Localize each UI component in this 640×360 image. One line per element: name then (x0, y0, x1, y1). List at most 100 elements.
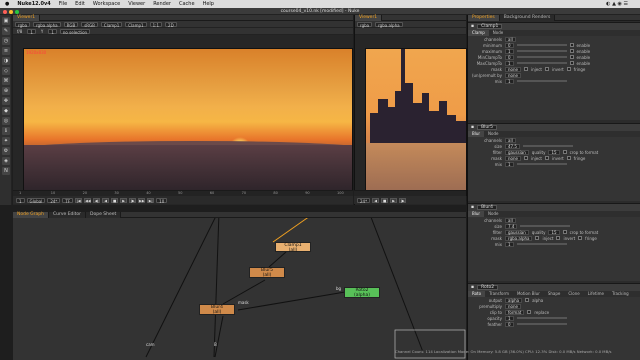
menu-edit[interactable]: Edit (75, 1, 85, 7)
range-select[interactable]: Global (26, 198, 46, 204)
selection-select[interactable]: no selection (59, 28, 91, 35)
roto2-name-field[interactable]: Roto2 (477, 285, 499, 290)
minimum-field[interactable]: 0 (505, 42, 514, 48)
invert-checkbox[interactable] (544, 67, 549, 71)
unpremult-select[interactable]: none (505, 72, 521, 78)
viewer2-layer-select[interactable]: rgba.alpha (375, 21, 403, 28)
viewer2-prev-icon[interactable]: ◀ (372, 198, 380, 203)
channels-select[interactable]: all (505, 217, 516, 223)
crop-checkbox[interactable] (562, 150, 567, 154)
feather-slider[interactable] (516, 323, 567, 325)
input-a-select[interactable]: Clamp1 (100, 21, 123, 28)
frame-mode-select[interactable]: 2D (165, 21, 177, 28)
opacity-field[interactable]: 1 (505, 315, 514, 321)
replace-checkbox[interactable] (527, 310, 532, 314)
menu-cache[interactable]: Cache (179, 1, 195, 7)
maximum-slider[interactable] (516, 50, 567, 52)
viewer2-fps-field[interactable]: 24* (357, 198, 371, 204)
mix-field[interactable]: 1 (505, 241, 514, 247)
tab-curve-editor[interactable]: Curve Editor (48, 211, 87, 218)
tab-node-graph[interactable]: Node Graph (13, 211, 49, 218)
inject-checkbox[interactable] (535, 236, 540, 240)
inject-checkbox[interactable] (523, 67, 528, 71)
last-frame-icon[interactable]: ▶| (147, 198, 155, 203)
alpha-checkbox[interactable] (525, 298, 530, 302)
viewer-1-timeline[interactable]: 1 10 20 30 40 50 60 70 80 90 100 1 Global 24* TF |… (13, 190, 353, 204)
views-tool-icon[interactable]: ◎ (2, 117, 10, 125)
quality-field[interactable]: 15 (548, 229, 560, 235)
blur4-name-field[interactable]: Blur4 (477, 205, 497, 210)
clamp1-name-field[interactable]: Clamp1 (477, 24, 503, 29)
keyer-tool-icon[interactable]: ⌘ (2, 77, 10, 85)
image-tool-icon[interactable]: ▣ (2, 17, 10, 25)
tab-blur[interactable]: Blur (468, 131, 485, 137)
crop-checkbox[interactable] (562, 230, 567, 234)
next-frame-icon[interactable]: |▶ (129, 198, 137, 203)
minclampto-enable-checkbox[interactable] (569, 55, 574, 59)
node-clamp1[interactable]: Clamp1 (all) (275, 242, 311, 253)
play-backward-icon[interactable]: ◀ (102, 198, 110, 203)
invert-checkbox[interactable] (544, 156, 549, 160)
tab-clamp[interactable]: Clamp (468, 30, 489, 36)
draw-tool-icon[interactable]: ✎ (2, 27, 10, 35)
stop-icon[interactable]: ■ (111, 198, 119, 203)
size-field[interactable]: 47.5 (505, 143, 520, 149)
opacity-slider[interactable] (516, 317, 567, 319)
filter-select[interactable]: gaussian (505, 149, 529, 155)
feather-field[interactable]: 0 (505, 321, 514, 327)
tab-node[interactable]: Node (484, 211, 502, 217)
tab-background-renders[interactable]: Background Renders (499, 14, 556, 21)
tab-motion-blur[interactable]: Motion Blur (513, 291, 544, 297)
mix-field[interactable]: 1 (505, 78, 514, 84)
mix-slider[interactable] (516, 243, 567, 245)
minimum-enable-checkbox[interactable] (569, 43, 574, 47)
node-blur4[interactable]: Blur4 (all) (199, 304, 235, 315)
maximum-enable-checkbox[interactable] (569, 49, 574, 53)
blur5-name-field[interactable]: Blur5 (477, 125, 497, 130)
tab-blur[interactable]: Blur (468, 211, 485, 217)
apple-menu-icon[interactable]: ● (5, 1, 9, 7)
menu-viewer[interactable]: Viewer (128, 1, 145, 7)
node-graph-canvas[interactable]: Clamp1 (all) Blur5 (all) Blur4 (all) Rot… (13, 212, 466, 360)
merge-tool-icon[interactable]: ⊕ (2, 87, 10, 95)
maximum-field[interactable]: 1 (505, 48, 514, 54)
metadata-tool-icon[interactable]: ℹ (2, 127, 10, 135)
channels-select[interactable]: all (505, 137, 516, 143)
maxclampto-field[interactable]: 1 (505, 60, 514, 66)
fringe-checkbox[interactable] (566, 67, 571, 71)
channel-tool-icon[interactable]: ≡ (2, 47, 10, 55)
tab-tracking[interactable]: Tracking (608, 291, 633, 297)
transform-tool-icon[interactable]: ✥ (2, 97, 10, 105)
inject-checkbox[interactable] (523, 156, 528, 160)
color-tool-icon[interactable]: ◑ (2, 57, 10, 65)
clip-select[interactable]: format (505, 309, 525, 315)
filter-tool-icon[interactable]: ◇ (2, 67, 10, 75)
tab-node[interactable]: Node (489, 30, 507, 36)
prev-keyframe-icon[interactable]: ◀◀ (84, 198, 92, 203)
minimum-slider[interactable] (516, 44, 567, 46)
lut-select[interactable]: sRGB (81, 21, 98, 28)
app-menu[interactable]: Nuke12.0v4 (17, 1, 50, 7)
fringe-checkbox[interactable] (566, 156, 571, 160)
prev-frame-icon[interactable]: ◀| (93, 198, 101, 203)
quality-field[interactable]: 15 (548, 149, 560, 155)
size-slider[interactable] (522, 145, 573, 147)
step-field[interactable]: 10 (156, 198, 168, 204)
filter-select[interactable]: gaussian (505, 229, 529, 235)
tab-node[interactable]: Node (484, 131, 502, 137)
viewer-2-image-skyline[interactable] (365, 48, 467, 196)
viewer2-channels-select[interactable]: rgba (357, 21, 373, 28)
gain-field[interactable]: 1 (27, 28, 36, 35)
frame-field[interactable]: 1 (16, 198, 25, 204)
viewer-1-image-sunset[interactable]: 1920x830 (23, 48, 353, 196)
time-tool-icon[interactable]: ◷ (2, 37, 10, 45)
output-select[interactable]: alpha (505, 297, 523, 303)
mix-slider[interactable] (516, 163, 567, 165)
menu-help[interactable]: Help (203, 1, 214, 7)
tab-roto[interactable]: Roto (468, 291, 486, 297)
menu-render[interactable]: Render (153, 1, 171, 7)
mask-select[interactable]: rgba.alpha (505, 235, 533, 241)
timeline-ruler[interactable]: 1 10 20 30 40 50 60 70 80 90 100 (13, 191, 353, 196)
tab-properties[interactable]: Properties (468, 14, 500, 21)
maxclampto-slider[interactable] (516, 62, 567, 64)
